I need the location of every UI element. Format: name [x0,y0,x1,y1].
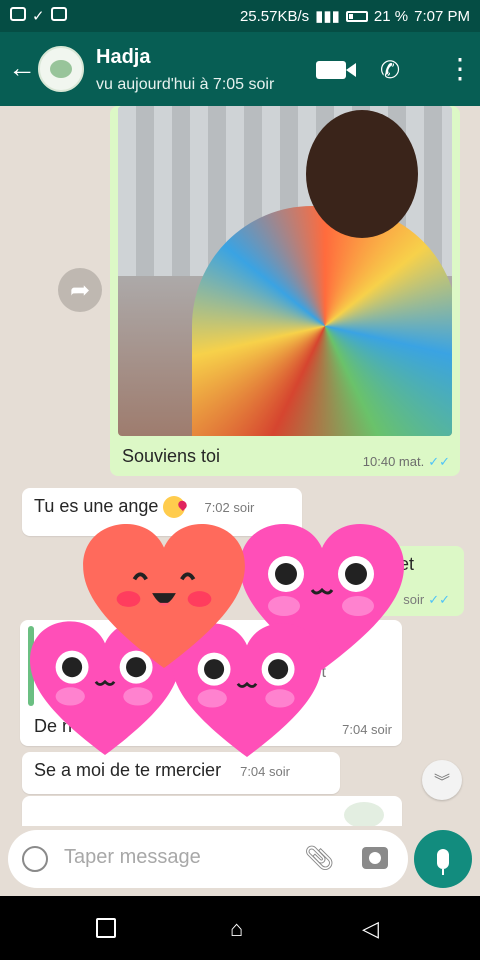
photo-person-head [306,110,418,238]
kiss-emoji-icon [163,496,186,519]
system-nav-bar: ⌂ ◁ [0,896,480,960]
message-time-text: soir [403,592,425,607]
double-chevron-down-icon[interactable]: ︾ [422,760,462,800]
youtube-icon [10,7,26,21]
mic-icon [437,849,449,875]
message-time-text: 10:40 mat. [362,454,425,469]
message-composer: 📎︎ [8,830,408,888]
message-text: Se a moi de te rmercier [34,760,222,780]
message-time: 10:40 mat. ✓✓ [363,454,450,470]
network-speed: 25.57KB/s [239,7,310,25]
contact-name[interactable]: Hadja [96,46,150,69]
emoji-icon[interactable] [22,846,48,872]
message-time: soir ✓✓ [403,592,450,608]
image-caption: Souviens toi [122,446,221,466]
incoming-message-partial[interactable] [22,796,402,826]
message-text: Tu es une ange [34,496,159,516]
recent-apps-icon[interactable] [96,918,116,938]
battery-icon [345,10,368,22]
clock: 7:07 PM [414,7,470,25]
status-bar: ✓ 25.57KB/s ▮▮▮ 21 % 7:07 PM [0,0,480,32]
signal-icon: ▮▮▮ [315,8,340,25]
gallery-icon [50,7,67,21]
message-photo[interactable] [118,106,452,436]
chat-header: ← Hadja vu aujourd'hui à 7:05 soir ✆ ⋮ [0,32,480,106]
system-indicators: 25.57KB/s ▮▮▮ 21 % 7:07 PM [239,7,470,26]
notification-icons: ✓ [10,7,67,25]
link-thumbnail [344,802,384,826]
back-triangle-icon[interactable]: ◁ [362,916,379,942]
more-vert-icon[interactable]: ⋮ [446,52,474,85]
battery-percent: 21 % [373,7,409,25]
avatar[interactable] [38,46,84,92]
camera-icon[interactable] [362,847,388,869]
check-icon: ✓ [32,8,45,25]
home-icon[interactable]: ⌂ [230,916,243,942]
message-time: 7:04 soir [342,722,392,737]
message-time: 7:02 soir [204,500,255,515]
last-seen: vu aujourd'hui à 7:05 soir [96,76,275,93]
paperclip-icon[interactable]: 📎︎ [304,844,334,873]
chat-area[interactable]: ➦ Souviens toi 10:40 mat. ✓✓ Tu es une an… [0,106,480,826]
message-input[interactable] [64,846,284,869]
read-ticks-icon: ✓✓ [428,592,450,607]
red-heart-sticker [83,524,245,669]
photo-person [192,206,452,436]
video-call-icon[interactable] [316,61,356,79]
mic-button[interactable] [414,830,472,888]
arrow-left-icon[interactable]: ← [8,54,36,82]
read-ticks-icon: ✓✓ [428,454,450,469]
message-time: 7:04 soir [240,764,290,779]
image-message[interactable]: Souviens toi 10:40 mat. ✓✓ [110,106,460,476]
phone-icon[interactable]: ✆ [380,56,400,85]
forward-icon[interactable]: ➦ [58,268,102,312]
